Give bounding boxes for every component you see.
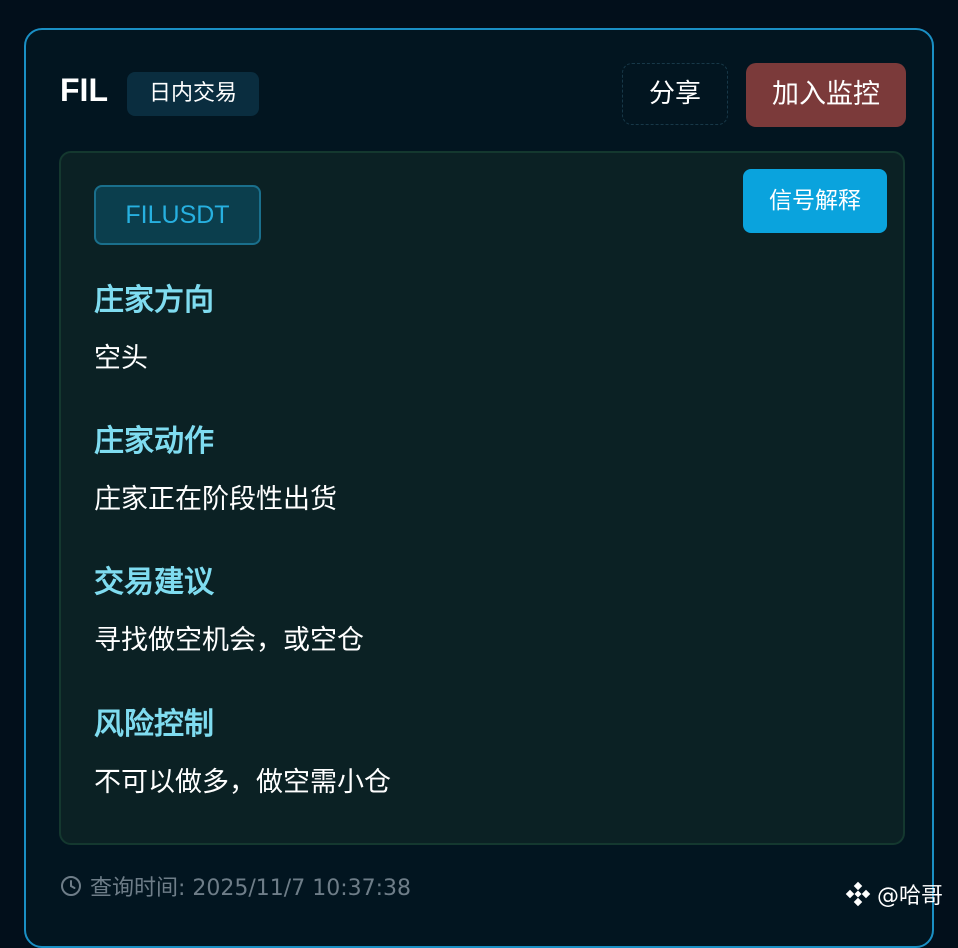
section-advice: 交易建议 寻找做空机会，或空仓 — [94, 563, 874, 659]
trade-mode-badge: 日内交易 — [127, 72, 259, 116]
add-monitor-button[interactable]: 加入监控 — [746, 63, 906, 127]
symbol-title: FIL — [60, 72, 108, 108]
section-text: 空头 — [94, 343, 148, 374]
section-text: 寻找做空机会，或空仓 — [94, 625, 364, 656]
section-title: 交易建议 — [94, 565, 214, 600]
section-title: 风险控制 — [94, 707, 214, 742]
watermark-text: @哈哥 — [877, 884, 944, 909]
section-text: 庄家正在阶段性出货 — [94, 484, 337, 515]
section-action: 庄家动作 庄家正在阶段性出货 — [94, 422, 874, 518]
section-title: 庄家动作 — [94, 424, 214, 459]
signal-panel: FILUSDT 信号解释 庄家方向 空头 庄家动作 庄家正在阶段性出货 交易建议… — [59, 151, 905, 845]
pair-badge: FILUSDT — [94, 185, 261, 245]
signal-card: FIL 日内交易 分享 加入监控 FILUSDT 信号解释 庄家方向 空头 庄家… — [24, 28, 934, 948]
section-title: 庄家方向 — [94, 283, 214, 318]
binance-diamond-icon — [845, 881, 871, 907]
section-text: 不可以做多，做空需小仓 — [94, 767, 391, 798]
section-direction: 庄家方向 空头 — [94, 281, 874, 377]
section-risk: 风险控制 不可以做多，做空需小仓 — [94, 705, 874, 801]
signal-explain-button[interactable]: 信号解释 — [743, 169, 887, 233]
share-button[interactable]: 分享 — [622, 63, 728, 125]
query-time-text: 查询时间: 2025/11/7 10:37:38 — [90, 876, 412, 901]
clock-icon — [60, 875, 82, 897]
query-time: 查询时间: 2025/11/7 10:37:38 — [60, 870, 411, 902]
watermark: @哈哥 — [845, 878, 943, 910]
